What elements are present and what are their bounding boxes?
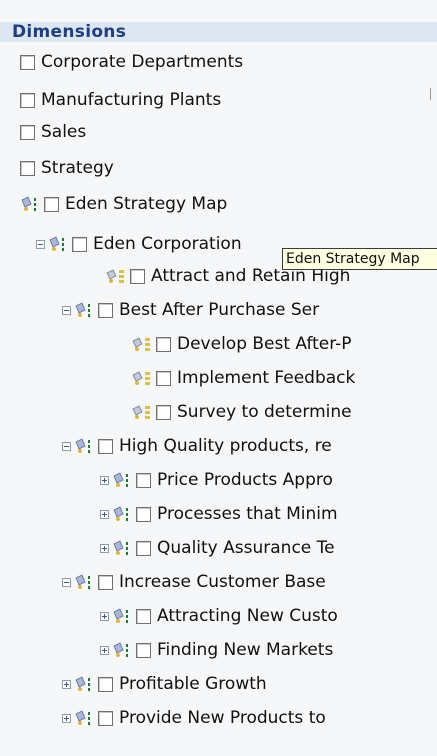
collapse-icon[interactable] <box>62 305 71 315</box>
checkbox[interactable] <box>130 268 145 284</box>
tree-item[interactable]: Implement Feedback <box>132 364 355 392</box>
tree-item-label: Quality Assurance Te <box>157 537 335 558</box>
checkbox[interactable] <box>156 404 171 420</box>
tree-item[interactable]: Price Products Appro <box>100 466 333 494</box>
tree-item-label: Eden Strategy Map <box>65 193 228 214</box>
tree-item[interactable]: Finding New Markets <box>100 636 333 664</box>
expand-icon[interactable] <box>100 475 109 485</box>
checkbox[interactable] <box>156 336 171 352</box>
checkbox[interactable] <box>20 124 35 140</box>
expand-icon[interactable] <box>100 543 109 553</box>
objective-icon <box>132 403 152 421</box>
strategy-map-icon <box>112 539 132 557</box>
tree-item-label: Attract and Retain High <box>151 265 351 286</box>
tooltip: Eden Strategy Map <box>282 248 437 270</box>
checkbox[interactable] <box>72 236 87 252</box>
tree-item-label: Profitable Growth <box>119 673 267 694</box>
strategy-map-icon <box>20 195 40 213</box>
tree-item-label: Increase Customer Base <box>119 571 326 592</box>
tree-item-label: High Quality products, re <box>119 435 332 456</box>
checkbox[interactable] <box>136 540 151 556</box>
checkbox[interactable] <box>20 54 35 70</box>
expand-icon[interactable] <box>100 645 109 655</box>
tree-item-label: Survey to determine <box>177 401 352 422</box>
tree-item-label: Manufacturing Plants <box>41 89 222 110</box>
checkbox[interactable] <box>136 506 151 522</box>
checkbox[interactable] <box>98 302 113 318</box>
collapse-icon[interactable] <box>62 577 71 587</box>
tree-item[interactable]: Provide New Products to <box>62 704 326 732</box>
strategy-map-icon <box>112 471 132 489</box>
expand-icon[interactable] <box>62 713 71 723</box>
checkbox[interactable] <box>98 438 113 454</box>
tree-item[interactable]: Increase Customer Base <box>62 568 326 596</box>
strategy-map-icon <box>74 437 94 455</box>
tree-item[interactable]: Best After Purchase Ser <box>62 296 319 324</box>
checkbox[interactable] <box>156 370 171 386</box>
tree-item-label: Best After Purchase Ser <box>119 299 320 320</box>
tree-item[interactable]: Strategy <box>20 154 114 182</box>
strategy-map-icon <box>74 573 94 591</box>
tree-item-label: Corporate Departments <box>41 51 244 72</box>
expand-icon[interactable] <box>100 611 109 621</box>
checkbox[interactable] <box>20 160 35 176</box>
strategy-map-icon <box>112 505 132 523</box>
checkbox[interactable] <box>98 676 113 692</box>
tree-item-label: Provide New Products to <box>119 707 326 728</box>
tree-item-label: Sales <box>41 121 87 142</box>
collapse-icon[interactable] <box>62 441 71 451</box>
tree-item-label: Implement Feedback <box>177 367 356 388</box>
tree-item[interactable]: Survey to determine <box>132 398 352 426</box>
strategy-map-icon <box>74 709 94 727</box>
strategy-map-icon <box>74 301 94 319</box>
checkbox[interactable] <box>136 472 151 488</box>
checkbox[interactable] <box>136 642 151 658</box>
collapse-icon[interactable] <box>36 239 45 249</box>
objective-icon <box>106 267 126 285</box>
tree-item[interactable]: Develop Best After-P <box>132 330 352 358</box>
dimensions-header: Dimensions <box>0 22 437 42</box>
tree-item[interactable]: Sales <box>20 118 86 146</box>
strategy-map-icon <box>112 641 132 659</box>
tree-item[interactable]: Eden Strategy Map <box>20 190 227 218</box>
tree-item-label: Price Products Appro <box>157 469 333 490</box>
checkbox[interactable] <box>98 574 113 590</box>
strategy-map-icon <box>112 607 132 625</box>
scrollbar[interactable] <box>430 88 435 100</box>
tree-item-label: Develop Best After-P <box>177 333 352 354</box>
expand-icon[interactable] <box>62 679 71 689</box>
checkbox[interactable] <box>136 608 151 624</box>
tree-item[interactable]: Processes that Minim <box>100 500 338 528</box>
tree-item-label: Attracting New Custo <box>157 605 338 626</box>
tree-item[interactable]: Quality Assurance Te <box>100 534 335 562</box>
checkbox[interactable] <box>98 710 113 726</box>
tree-item-label: Strategy <box>41 157 114 178</box>
objective-icon <box>132 335 152 353</box>
expand-icon[interactable] <box>100 509 109 519</box>
tree-item[interactable]: Manufacturing Plants <box>20 86 221 114</box>
tree-item[interactable]: High Quality products, re <box>62 432 332 460</box>
tree-item[interactable]: Corporate Departments <box>20 48 243 76</box>
tree-item-label: Processes that Minim <box>157 503 338 524</box>
objective-icon <box>132 369 152 387</box>
strategy-map-icon <box>48 235 68 253</box>
tree-item-label: Eden Corporation <box>93 233 242 254</box>
strategy-map-icon <box>74 675 94 693</box>
tree-item-label: Finding New Markets <box>157 639 334 660</box>
tree-item[interactable]: Profitable Growth <box>62 670 267 698</box>
dimensions-title: Dimensions <box>12 22 127 42</box>
tree-item[interactable]: Attracting New Custo <box>100 602 338 630</box>
checkbox[interactable] <box>44 196 59 212</box>
tree-item[interactable]: Eden Corporation <box>36 230 242 258</box>
checkbox[interactable] <box>20 92 35 108</box>
